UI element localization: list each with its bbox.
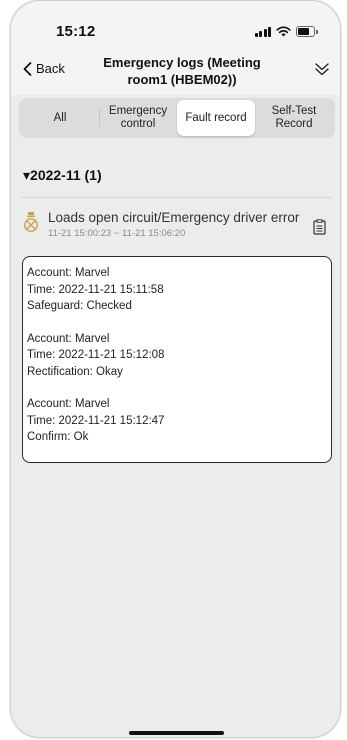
signal-icon — [254, 26, 271, 37]
log-detail: Confirm: Ok — [27, 431, 89, 443]
log-detail: Rectification: Okay — [27, 365, 123, 378]
back-label: Back — [36, 61, 65, 76]
back-button[interactable]: Back — [23, 61, 65, 76]
tab-segment-control: All Emergency control Fault record Self-… — [19, 98, 335, 138]
double-chevron-down-icon[interactable] — [314, 61, 330, 77]
log-details-panel: Account: Marvel Time: 2022-11-21 15:11:5… — [22, 256, 332, 463]
log-detail: Safeguard: Checked — [27, 300, 132, 312]
wifi-icon — [276, 26, 291, 37]
log-time: Time: 2022-11-21 15:11:58 — [27, 283, 164, 296]
log-time: Time: 2022-11-21 15:12:47 — [27, 414, 165, 427]
status-icons — [254, 26, 318, 37]
tab-self-test-record[interactable]: Self-Test Record — [255, 100, 333, 136]
status-time: 15:12 — [56, 23, 96, 40]
log-account: Account: Marvel — [27, 267, 110, 279]
status-bar: 15:12 — [11, 1, 340, 47]
chevron-left-icon — [23, 61, 32, 76]
log-entry: Account: Marvel Time: 2022-11-21 15:11:5… — [27, 265, 331, 315]
page-title: Emergency logs (Meeting room1 (HBEM02)) — [103, 55, 261, 87]
log-time: Time: 2022-11-21 15:12:08 — [27, 349, 165, 361]
tab-all[interactable]: All — [21, 100, 99, 136]
month-group-header[interactable]: ▾2022-11 (1) — [23, 167, 102, 184]
navigation-bar: Back Emergency logs (Meeting room1 (HBEM… — [11, 47, 340, 95]
tab-emergency-control[interactable]: Emergency control — [99, 100, 177, 136]
log-entry: Account: Marvel Time: 2022-11-21 15:12:4… — [27, 396, 331, 446]
home-indicator[interactable] — [129, 731, 224, 735]
emergency-light-icon — [24, 212, 38, 232]
phone-screen: 15:12 Back Emergency logs (Meeting room1… — [10, 0, 341, 738]
tab-fault-record[interactable]: Fault record — [177, 100, 255, 136]
battery-icon — [296, 26, 318, 37]
log-account: Account: Marvel — [27, 332, 110, 345]
log-account: Account: Marvel — [27, 398, 110, 410]
record-title: Loads open circuit/Emergency driver erro… — [48, 210, 300, 225]
record-time-range: 11-21 15:00:23 ~ 11-21 15:06:20 — [48, 228, 186, 239]
log-entry: Account: Marvel Time: 2022-11-21 15:12:0… — [27, 331, 331, 381]
divider — [21, 197, 332, 198]
document-icon[interactable] — [313, 219, 326, 235]
fault-record-item[interactable]: Loads open circuit/Emergency driver erro… — [11, 201, 340, 245]
